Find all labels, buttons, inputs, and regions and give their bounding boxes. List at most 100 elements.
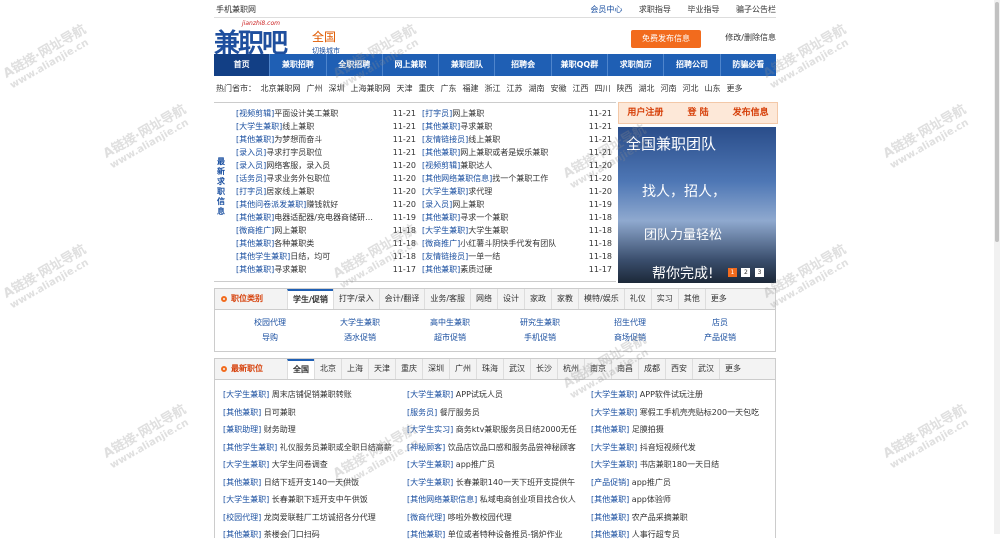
job-row[interactable]: [兼职助理] 财务助理 [223,421,407,439]
category-tab[interactable]: 业务/客服 [424,289,470,309]
job-category[interactable]: [大学生兼职] [223,495,269,504]
item-category[interactable]: [其他兼职] [236,265,274,274]
job-title[interactable]: 哆啦外教校园代理 [448,513,512,522]
list-item[interactable]: [其他兼职]寻求兼职 11-17 [236,263,416,276]
job-title[interactable]: 农产品采摘兼职 [632,513,688,522]
job-row[interactable]: [大学生兼职] 书店兼职180一天日结 [591,456,775,474]
item-category[interactable]: [友情链接员] [422,135,468,144]
job-title[interactable]: 龙岗爱联鞋厂工坊诚招各分代理 [264,513,376,522]
city-tab[interactable]: 西安 [665,359,692,379]
job-category[interactable]: [神秘顾客] [407,443,445,452]
city-link[interactable]: 湖北 [639,84,655,93]
list-item[interactable]: [微商推广]小红薯斗阴快手代发有团队 11-18 [422,237,612,250]
item-category[interactable]: [大学生兼职] [236,122,282,131]
job-category[interactable]: [其他网络兼职信息] [407,495,477,504]
job-title[interactable]: APP试玩人员 [456,390,503,399]
job-category[interactable]: [微商代理] [407,513,445,522]
category-tab[interactable]: 其他 [677,289,705,309]
city-link[interactable]: 广州 [307,84,323,93]
city-link[interactable]: 广东 [441,84,457,93]
category-tab[interactable]: 家政 [524,289,551,309]
item-category[interactable]: [录入员] [236,161,266,170]
city-link[interactable]: 四川 [595,84,611,93]
job-category[interactable]: [兼职助理] [223,425,261,434]
category-tab[interactable]: 学生/促销 [287,289,333,309]
city-link[interactable]: 江苏 [507,84,523,93]
category-link[interactable]: 手机促销 [495,332,585,343]
nav-item[interactable]: 兼职QQ群 [552,54,609,76]
item-title[interactable]: 网上兼职 [274,226,306,235]
item-category[interactable]: [打字员] [422,109,452,118]
job-category[interactable]: [大学生兼职] [407,390,453,399]
banner-page-1[interactable]: 1 [727,268,737,277]
job-category[interactable]: [大学生兼职] [407,460,453,469]
graduate-guide-link[interactable]: 毕业指导 [687,5,719,14]
item-category[interactable]: [打字员] [236,187,266,196]
city-tab[interactable]: 更多 [719,359,746,379]
job-title[interactable]: 寒假工手机壳壳贴标200一天包吃 [640,408,759,417]
nav-item[interactable]: 首页 [214,54,271,76]
job-title[interactable]: 日可兼职 [264,408,296,417]
job-category[interactable]: [大学生实习] [407,425,453,434]
category-tab[interactable]: 会计/翻译 [378,289,425,309]
city-tab[interactable]: 全国 [287,359,314,379]
list-item[interactable]: [其他网络兼职信息]找一个兼职工作 11-20 [422,172,612,185]
job-row[interactable]: [其他兼职] 足膜拍摄 [591,421,775,439]
job-title[interactable]: app体验师 [632,495,671,504]
job-title[interactable]: 长春兼职下班开支中午供饭 [272,495,368,504]
item-title[interactable]: 求代理 [468,187,492,196]
job-category[interactable]: [大学生兼职] [591,390,637,399]
job-category[interactable]: [大学生兼职] [223,460,269,469]
city-tab[interactable]: 北京 [314,359,341,379]
city-tab[interactable]: 上海 [341,359,368,379]
item-category[interactable]: [大学生兼职] [422,226,468,235]
city-tab[interactable]: 杭州 [557,359,584,379]
job-category[interactable]: [其他兼职] [591,530,629,539]
job-category[interactable]: [其他学生兼职] [223,443,277,452]
city-tab[interactable]: 天津 [368,359,395,379]
job-row[interactable]: [其他兼职] 单位或者特种设备推员-锅炉作业 [407,526,591,544]
item-category[interactable]: [其他兼职] [422,148,460,157]
list-item[interactable]: [大学生兼职]大学生兼职 11-18 [422,224,612,237]
item-category[interactable]: [微商推广] [422,239,460,248]
job-row[interactable]: [产品促销] app推广员 [591,474,775,492]
list-item[interactable]: [友情链接员]一单一结 11-18 [422,250,612,263]
job-title[interactable]: 日结下班开支140一天供饭 [264,478,359,487]
category-tab[interactable]: 更多 [704,289,732,309]
item-title[interactable]: 为梦想而奋斗 [274,135,322,144]
job-guide-link[interactable]: 求职指导 [639,5,671,14]
job-title[interactable]: 商务ktv兼职服务员日结2000无任 [456,425,577,434]
job-row[interactable]: [大学生兼职] 抖音短视频代发 [591,439,775,457]
list-item[interactable]: [其他兼职]网上兼职或者是娱乐兼职 11-21 [422,146,612,159]
job-category[interactable]: [校园代理] [223,513,261,522]
job-title[interactable]: 单位或者特种设备推员-锅炉作业 [448,530,563,539]
category-link[interactable]: 产品促销 [675,332,765,343]
job-title[interactable]: 饮品店饮品口感和服务品尝神秘顾客 [448,443,576,452]
category-link[interactable]: 研究生兼职 [495,317,585,328]
item-title[interactable]: 兼职达人 [460,161,492,170]
category-link[interactable]: 高中生兼职 [405,317,495,328]
city-link[interactable]: 湖南 [529,84,545,93]
job-title[interactable]: 餐厅服务员 [440,408,480,417]
list-item[interactable]: [其他兼职]为梦想而奋斗 11-21 [236,133,416,146]
register-button[interactable]: 用户注册 [619,103,672,123]
city-link[interactable]: 安徽 [551,84,567,93]
item-title[interactable]: 居家线上兼职 [266,187,314,196]
category-tab[interactable]: 模特/娱乐 [578,289,624,309]
nav-item[interactable]: 兼职团队 [439,54,496,76]
city-link[interactable]: 江西 [573,84,589,93]
job-row[interactable]: [大学生兼职] 寒假工手机壳壳贴标200一天包吃 [591,404,775,422]
list-item[interactable]: [视频剪辑]兼职达人 11-20 [422,159,612,172]
category-tab[interactable]: 家教 [551,289,578,309]
job-category[interactable]: [大学生兼职] [223,390,269,399]
item-title[interactable]: 寻求打字员职位 [266,148,322,157]
category-tab[interactable]: 打字/录入 [332,289,379,309]
city-tab[interactable]: 珠海 [476,359,503,379]
job-row[interactable]: [大学生实习] 商务ktv兼职服务员日结2000无任 [407,421,591,439]
free-publish-button[interactable]: 免费发布信息 [631,30,701,48]
category-tab[interactable]: 设计 [497,289,524,309]
list-item[interactable]: [其他兼职]素质过硬 11-17 [422,263,612,276]
job-title[interactable]: 大学生问卷调查 [272,460,328,469]
job-row[interactable]: [其他兼职] 茶楼会门口扫码 [223,526,407,544]
city-link[interactable]: 上海兼职网 [351,84,391,93]
